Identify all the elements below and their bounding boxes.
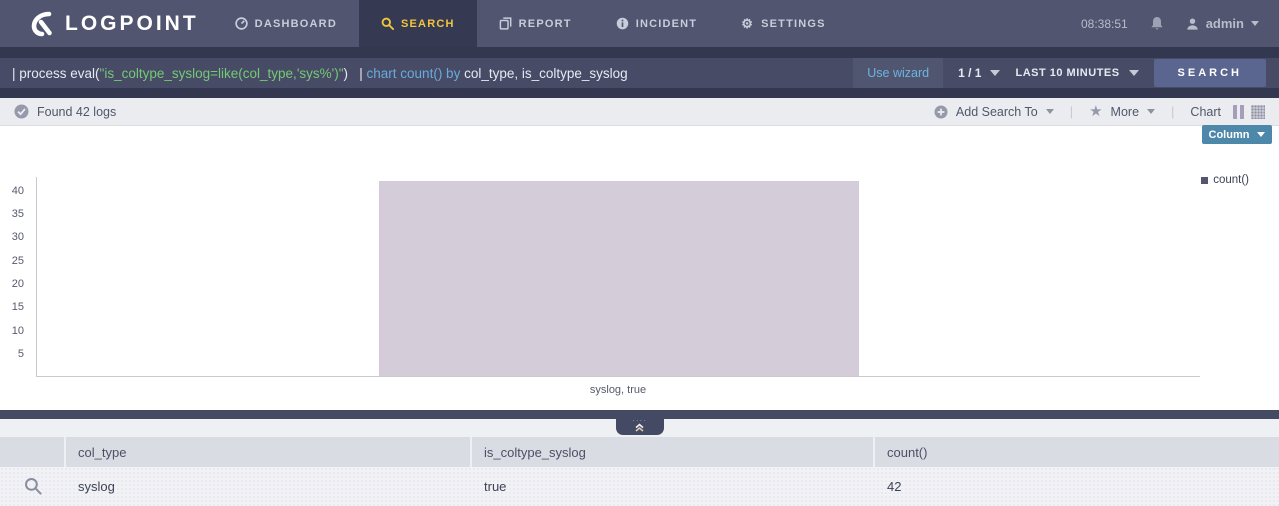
use-wizard-button[interactable]: Use wizard xyxy=(853,58,943,88)
chart-type-caret-icon xyxy=(1257,132,1265,137)
check-circle-icon xyxy=(14,104,29,119)
collapse-chart-button[interactable]: ···· xyxy=(616,418,664,435)
nav-label-settings: SETTINGS xyxy=(761,18,826,30)
chart-type-icons xyxy=(1233,105,1265,119)
time-range-caret-icon xyxy=(1129,70,1139,76)
results-toolbar-right: Add Search To | ★ More | Chart xyxy=(934,104,1265,119)
legend-swatch xyxy=(1201,177,1208,184)
notifications-bell-icon[interactable] xyxy=(1150,16,1164,31)
y-tick-label: 20 xyxy=(12,278,24,290)
topnav-right-group: 08:38:51 admin xyxy=(1081,0,1279,47)
chart-table-divider: ···· xyxy=(0,410,1279,419)
nav-item-settings[interactable]: ⚙ SETTINGS xyxy=(719,0,847,47)
nav-label-incident: INCIDENT xyxy=(636,18,698,30)
plot-area xyxy=(36,177,1200,377)
legend-label: count() xyxy=(1213,174,1249,186)
header-cell-is-coltype-syslog[interactable]: is_coltype_syslog xyxy=(472,437,875,467)
settings-gear-icon: ⚙ xyxy=(741,17,754,30)
user-avatar-icon xyxy=(1186,17,1199,31)
logo-text: LOGPOINT xyxy=(65,12,199,36)
y-tick-label: 30 xyxy=(12,231,24,243)
y-axis-labels: 5 10 15 20 25 30 35 40 xyxy=(0,177,28,377)
query-segment: col_type, is_coltype_syslog xyxy=(460,66,627,81)
add-search-to-caret-icon xyxy=(1046,109,1054,114)
more-label: More xyxy=(1111,105,1139,119)
chart-type-dropdown[interactable]: Column xyxy=(1202,125,1272,144)
star-icon: ★ xyxy=(1089,104,1102,119)
table-header-row: col_type is_coltype_syslog count() xyxy=(0,437,1279,467)
logpoint-logo-icon xyxy=(30,11,56,37)
incident-icon xyxy=(616,17,629,30)
toolbar-divider: | xyxy=(1070,104,1073,119)
query-segment: | xyxy=(348,66,367,81)
nav-item-dashboard[interactable]: DASHBOARD xyxy=(213,0,359,47)
more-caret-icon xyxy=(1147,109,1155,114)
pagination-dropdown[interactable]: 1 / 1 xyxy=(958,66,1000,80)
logpoint-logo: LOGPOINT xyxy=(30,0,199,47)
search-icon xyxy=(381,17,394,30)
add-search-to-label: Add Search To xyxy=(956,105,1038,119)
query-input[interactable]: | process eval("is_coltype_syslog=like(c… xyxy=(12,66,628,81)
main-menu: DASHBOARD SEARCH REPORT INCIDENT xyxy=(213,0,848,47)
time-range-value: LAST 10 MINUTES xyxy=(1015,67,1119,79)
x-axis-category-label: syslog, true xyxy=(36,384,1200,396)
user-menu[interactable]: admin xyxy=(1186,16,1259,31)
chart-label: Chart xyxy=(1190,105,1221,119)
chart-type-value: Column xyxy=(1209,129,1250,141)
y-tick-label: 25 xyxy=(12,255,24,267)
cell-col-type: syslog xyxy=(66,467,472,506)
top-navigation-bar: LOGPOINT DASHBOARD SEARCH REPORT xyxy=(0,0,1279,47)
cell-is-coltype-syslog: true xyxy=(472,467,875,506)
query-bar-controls: Use wizard 1 / 1 LAST 10 MINUTES SEARCH xyxy=(853,58,1279,88)
add-search-to-menu[interactable]: Add Search To xyxy=(934,105,1054,119)
nav-label-dashboard: DASHBOARD xyxy=(255,18,337,30)
bar-syslog-true[interactable] xyxy=(379,181,859,376)
clock: 08:38:51 xyxy=(1081,17,1128,31)
double-chevron-up-icon xyxy=(634,423,645,432)
row-drilldown-cell xyxy=(0,467,66,506)
search-button[interactable]: SEARCH xyxy=(1154,59,1266,87)
chart-panel: Column count() 5 10 15 20 25 30 35 40 syslog, t… xyxy=(0,126,1279,410)
y-tick-label: 5 xyxy=(18,348,24,360)
username: admin xyxy=(1206,16,1244,31)
cell-count: 42 xyxy=(875,467,1279,506)
nav-item-incident[interactable]: INCIDENT xyxy=(594,0,720,47)
y-tick-label: 10 xyxy=(12,325,24,337)
column-chart-icon[interactable] xyxy=(1233,105,1245,119)
query-bottom-strip xyxy=(0,88,1279,98)
nav-bottom-strip xyxy=(0,47,1279,58)
nav-label-report: REPORT xyxy=(519,18,572,30)
header-cell-actions xyxy=(0,437,66,467)
nav-label-search: SEARCH xyxy=(401,18,455,30)
nav-item-search[interactable]: SEARCH xyxy=(359,0,477,47)
header-cell-col-type[interactable]: col_type xyxy=(66,437,472,467)
more-menu[interactable]: ★ More xyxy=(1089,104,1155,119)
report-icon xyxy=(499,17,512,30)
y-tick-label: 40 xyxy=(12,185,24,197)
y-tick-label: 15 xyxy=(12,301,24,313)
chart-legend: count() xyxy=(1201,174,1249,186)
nav-item-report[interactable]: REPORT xyxy=(477,0,594,47)
plus-circle-icon xyxy=(934,105,948,119)
chart-view-switcher: Chart xyxy=(1190,105,1265,119)
table-row[interactable]: syslog true 42 xyxy=(0,467,1279,506)
found-logs-text: Found 42 logs xyxy=(37,105,116,119)
dashboard-icon xyxy=(235,17,248,30)
time-range-dropdown[interactable]: LAST 10 MINUTES xyxy=(1015,67,1138,79)
grid-view-icon[interactable] xyxy=(1251,105,1265,119)
found-logs-status: Found 42 logs xyxy=(14,104,116,119)
pagination-caret-icon xyxy=(990,70,1000,76)
header-cell-count[interactable]: count() xyxy=(875,437,1279,467)
pagination-value: 1 / 1 xyxy=(958,66,981,80)
y-tick-label: 35 xyxy=(12,208,24,220)
query-segment: "is_coltype_syslog=like(col_type,'sys%')… xyxy=(100,66,344,81)
search-query-bar: | process eval("is_coltype_syslog=like(c… xyxy=(0,58,1279,88)
query-segment: | process eval( xyxy=(12,66,100,81)
results-toolbar: Found 42 logs Add Search To | ★ More | C… xyxy=(0,98,1279,126)
query-segment: chart count() by xyxy=(367,66,461,81)
magnifier-icon[interactable] xyxy=(24,477,43,496)
user-menu-caret-icon xyxy=(1251,21,1259,26)
toolbar-divider: | xyxy=(1171,104,1174,119)
